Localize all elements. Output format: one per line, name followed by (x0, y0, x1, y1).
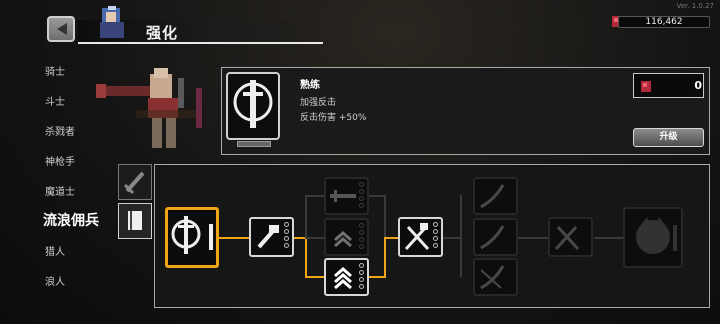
page-title: 强化 (146, 24, 179, 42)
chevron-up-icon (334, 267, 352, 290)
hammer-icon (257, 225, 279, 249)
skill-node-wolf-locked[interactable] (623, 207, 683, 268)
sidebar-item-mage[interactable]: 魔道士 (45, 183, 75, 198)
tree-connector (384, 237, 399, 239)
tree-connector (305, 195, 307, 237)
chevron-up-icon (334, 231, 352, 248)
skill-name: 熟练 (300, 80, 320, 91)
tree-connector (518, 237, 548, 239)
currency-counter: 116,462 (618, 16, 710, 28)
hero-sprite (96, 68, 202, 148)
back-button[interactable] (47, 16, 75, 42)
slash-icon (480, 184, 505, 209)
sidebar-item-mercenary[interactable]: 流浪佣兵 (43, 210, 99, 230)
node-level-bar (209, 224, 213, 250)
blade-icon (330, 190, 356, 202)
material-gem-icon (641, 81, 651, 92)
sidebar-item-slayer[interactable]: 杀戮者 (45, 123, 75, 138)
skill-icon-frame (226, 72, 280, 140)
material-box (633, 73, 704, 98)
skill-node-rank-up[interactable] (324, 258, 369, 296)
upgrade-button[interactable]: 升级 (633, 128, 704, 147)
version-label: Ver. 1.0.27 (676, 2, 714, 10)
sword-icon (123, 171, 145, 195)
skill-node-slash-2-locked[interactable] (473, 218, 518, 256)
skill-node-blade-locked[interactable] (324, 177, 369, 215)
character-portrait (100, 6, 124, 38)
tree-connector (369, 276, 385, 278)
skill-node-crossed-axes[interactable] (398, 217, 443, 257)
skill-description-2: 反击伤害 +50% (300, 113, 367, 123)
tab-weapon[interactable] (118, 164, 152, 200)
tree-connector (443, 237, 461, 239)
tree-connector (384, 195, 386, 237)
counter-skill-icon (171, 216, 201, 254)
tree-connector (460, 195, 462, 277)
crossed-axes-icon (404, 223, 430, 251)
slash-icon (480, 225, 505, 250)
tree-connector (305, 195, 325, 197)
tree-connector (305, 237, 325, 239)
material-count: 0 (694, 79, 702, 92)
counter-skill-icon (233, 80, 273, 128)
skill-node-rank-up-locked[interactable] (324, 218, 369, 256)
tree-connector (305, 276, 325, 278)
book-icon (128, 211, 142, 230)
skill-level-bar (237, 141, 271, 147)
node-level-bar (673, 225, 677, 251)
skill-node-counter-selected[interactable] (165, 207, 219, 268)
skill-node-axes-locked[interactable] (548, 217, 593, 257)
tab-skillbook[interactable] (118, 203, 152, 239)
sidebar-item-knight[interactable]: 骑士 (45, 63, 65, 78)
sidebar-item-fighter[interactable]: 斗士 (45, 93, 65, 108)
tree-connector (369, 195, 385, 197)
skill-node-slash-3-locked[interactable] (473, 258, 518, 296)
crossed-axes-icon (554, 225, 580, 251)
tree-connector (384, 237, 386, 278)
sidebar-item-gunner[interactable]: 神枪手 (45, 153, 75, 168)
tree-connector (594, 237, 624, 239)
tree-connector (305, 237, 307, 278)
skill-node-slash-1-locked[interactable] (473, 177, 518, 215)
sidebar-item-ronin[interactable]: 浪人 (45, 273, 65, 288)
skill-description-1: 加强反击 (300, 98, 337, 108)
skill-node-hammer[interactable] (249, 217, 294, 257)
tree-connector (219, 237, 251, 239)
cross-slash-icon (480, 265, 505, 290)
sidebar-item-hunter[interactable]: 猎人 (45, 243, 65, 258)
